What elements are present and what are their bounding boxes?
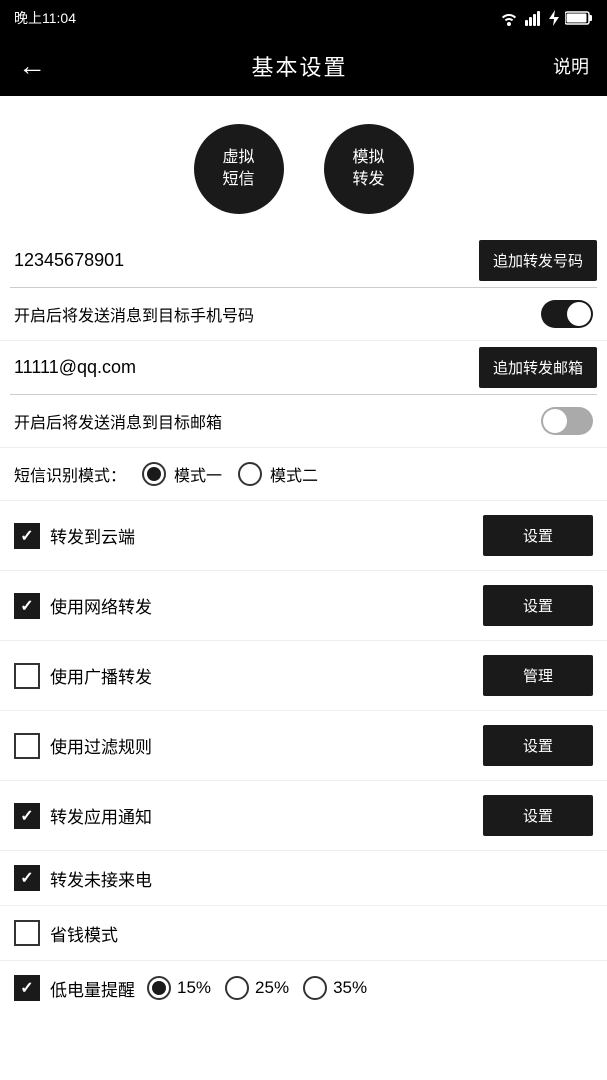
page-title: 基本设置 bbox=[251, 50, 347, 82]
phone-toggle[interactable] bbox=[541, 300, 593, 328]
filter-rules-checkbox[interactable] bbox=[14, 733, 40, 759]
email-toggle-label: 开启后将发送消息到目标邮箱 bbox=[14, 409, 222, 433]
battery-remind-label: 低电量提醒 bbox=[50, 976, 135, 1001]
app-notify-btn[interactable]: 设置 bbox=[483, 795, 593, 836]
mode2-radio[interactable] bbox=[238, 462, 262, 486]
battery-25-option[interactable]: 25% bbox=[225, 976, 289, 1000]
app-notify-checkbox[interactable] bbox=[14, 803, 40, 829]
checkbox-row-filter-rules: 使用过滤规则 设置 bbox=[0, 711, 607, 781]
back-button[interactable]: ← bbox=[18, 52, 46, 80]
mode2-option[interactable]: 模式二 bbox=[238, 462, 318, 486]
battery-35-label: 35% bbox=[333, 978, 367, 998]
sms-mode-label: 短信识别模式： bbox=[14, 462, 126, 486]
email-input[interactable] bbox=[10, 351, 479, 384]
checkbox-row-save-mode: 省钱模式 bbox=[0, 906, 607, 961]
battery-row: 低电量提醒 15% 25% 35% bbox=[0, 961, 607, 1015]
network-forward-btn[interactable]: 设置 bbox=[483, 585, 593, 626]
phone-toggle-label: 开启后将发送消息到目标手机号码 bbox=[14, 302, 254, 326]
checkbox-row-network-forward: 使用网络转发 设置 bbox=[0, 571, 607, 641]
checkbox-row-cloud-forward: 转发到云端 设置 bbox=[0, 501, 607, 571]
broadcast-forward-label: 使用广播转发 bbox=[50, 663, 152, 688]
checkbox-row-broadcast-forward: 使用广播转发 管理 bbox=[0, 641, 607, 711]
battery-25-radio[interactable] bbox=[225, 976, 249, 1000]
filter-rules-btn[interactable]: 设置 bbox=[483, 725, 593, 766]
email-toggle[interactable] bbox=[541, 407, 593, 435]
battery-35-radio[interactable] bbox=[303, 976, 327, 1000]
save-mode-checkbox[interactable] bbox=[14, 920, 40, 946]
network-forward-label: 使用网络转发 bbox=[50, 593, 152, 618]
signal-icon bbox=[525, 10, 543, 26]
phone-toggle-row: 开启后将发送消息到目标手机号码 bbox=[0, 288, 607, 341]
mode2-label: 模式二 bbox=[270, 462, 318, 486]
mode1-label: 模式一 bbox=[174, 462, 222, 486]
battery-15-radio[interactable] bbox=[147, 976, 171, 1000]
network-forward-checkbox[interactable] bbox=[14, 593, 40, 619]
checkbox-row-app-notify: 转发应用通知 设置 bbox=[0, 781, 607, 851]
app-notify-label: 转发应用通知 bbox=[50, 803, 152, 828]
checkbox-row-missed-call: 转发未接来电 bbox=[0, 851, 607, 906]
status-icons bbox=[499, 10, 593, 26]
battery-15-option[interactable]: 15% bbox=[147, 976, 211, 1000]
email-toggle-row: 开启后将发送消息到目标邮箱 bbox=[0, 395, 607, 448]
filter-rules-label: 使用过滤规则 bbox=[50, 733, 152, 758]
cloud-forward-checkbox[interactable] bbox=[14, 523, 40, 549]
sms-mode-row: 短信识别模式： 模式一 模式二 bbox=[0, 448, 607, 501]
cloud-forward-btn[interactable]: 设置 bbox=[483, 515, 593, 556]
simulate-forward-button[interactable]: 模拟转发 bbox=[324, 124, 414, 214]
battery-15-label: 15% bbox=[177, 978, 211, 998]
mode1-option[interactable]: 模式一 bbox=[142, 462, 222, 486]
cloud-forward-label: 转发到云端 bbox=[50, 523, 135, 548]
battery-options: 15% 25% 35% bbox=[147, 976, 593, 1000]
phone-input[interactable] bbox=[10, 244, 479, 277]
status-time: 晚上11:04 bbox=[14, 8, 76, 28]
status-bar: 晚上11:04 bbox=[0, 0, 607, 36]
add-email-button[interactable]: 追加转发邮箱 bbox=[479, 347, 597, 388]
top-buttons-row: 虚拟短信 模拟转发 bbox=[0, 96, 607, 234]
add-phone-button[interactable]: 追加转发号码 bbox=[479, 240, 597, 281]
broadcast-forward-checkbox[interactable] bbox=[14, 663, 40, 689]
broadcast-forward-btn[interactable]: 管理 bbox=[483, 655, 593, 696]
wifi-icon bbox=[499, 10, 519, 26]
help-button[interactable]: 说明 bbox=[553, 53, 589, 79]
phone-input-row: 追加转发号码 bbox=[10, 234, 597, 288]
battery-icon bbox=[565, 10, 593, 26]
header: ← 基本设置 说明 bbox=[0, 36, 607, 96]
email-input-row: 追加转发邮箱 bbox=[10, 341, 597, 395]
battery-35-option[interactable]: 35% bbox=[303, 976, 367, 1000]
virtual-sms-button[interactable]: 虚拟短信 bbox=[194, 124, 284, 214]
missed-call-checkbox[interactable] bbox=[14, 865, 40, 891]
missed-call-label: 转发未接来电 bbox=[50, 866, 152, 891]
charging-icon bbox=[549, 10, 559, 26]
mode1-radio[interactable] bbox=[142, 462, 166, 486]
save-mode-label: 省钱模式 bbox=[50, 921, 118, 946]
battery-25-label: 25% bbox=[255, 978, 289, 998]
battery-remind-checkbox[interactable] bbox=[14, 975, 40, 1001]
content: 虚拟短信 模拟转发 追加转发号码 开启后将发送消息到目标手机号码 追加转发邮箱 … bbox=[0, 96, 607, 1015]
